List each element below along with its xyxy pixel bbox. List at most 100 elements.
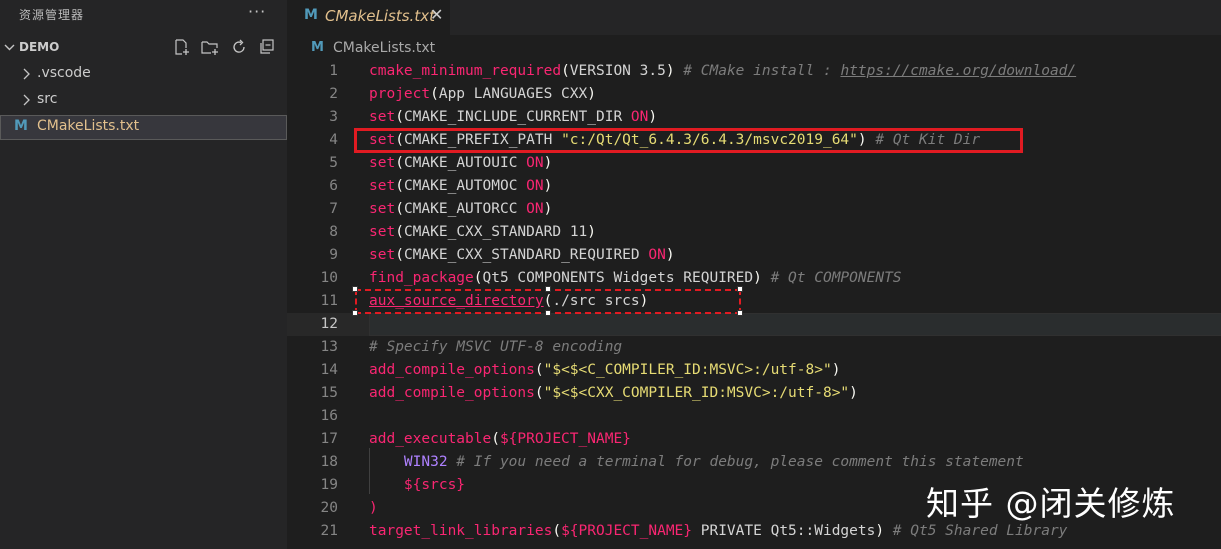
line-number: 9 <box>329 247 338 263</box>
indent-guide <box>369 448 370 494</box>
new-file-icon[interactable] <box>173 38 191 56</box>
tab-cmakelists[interactable]: M CMakeLists.txt ✕ <box>287 0 450 35</box>
breadcrumb: M CMakeLists.txt <box>287 35 1221 61</box>
token-paren: ) <box>543 178 553 194</box>
token-keyword: ON <box>630 109 649 125</box>
tree-item-src[interactable]: src <box>0 89 287 111</box>
token-paren: ) <box>648 109 658 125</box>
token-string: "$<$<CXX_COMPILER_ID:MSVC>:/utf-8>" <box>543 385 850 401</box>
token-paren: ) <box>587 86 596 102</box>
token-paren: ) <box>753 270 762 286</box>
token-paren: ) <box>369 500 378 516</box>
code-line: 13 # Specify MSVC UTF-8 encoding <box>287 336 1221 359</box>
token-args: App LANGUAGES CXX <box>438 86 588 102</box>
code-line: 10 find_package(Qt5 COMPONENTS Widgets RE… <box>287 267 1221 290</box>
cmake-file-icon: M <box>311 40 324 55</box>
line-number: 3 <box>329 109 338 125</box>
close-icon[interactable]: ✕ <box>430 5 443 24</box>
token-function: add_compile_options <box>369 362 535 378</box>
tree-item-label: .vscode <box>37 65 91 81</box>
line-number: 18 <box>320 454 338 470</box>
token-function: set <box>369 201 396 217</box>
line-number: 5 <box>329 155 338 171</box>
editor-tab-bar: M CMakeLists.txt ✕ <box>287 0 1221 35</box>
line-number: 10 <box>320 270 338 286</box>
token-variable: ${PROJECT_NAME} <box>561 523 693 539</box>
code-line: 17 add_executable(${PROJECT_NAME} <box>287 428 1221 451</box>
token-link[interactable]: https://cmake.org/download/ <box>840 63 1076 79</box>
token-args: CMAKE_AUTOMOC <box>403 178 527 194</box>
token-args: VERSION 3.5 <box>569 63 666 79</box>
cmake-file-icon: M <box>304 7 318 23</box>
token-paren: ) <box>665 247 675 263</box>
collapse-all-icon[interactable] <box>258 38 276 56</box>
resize-handle <box>352 310 358 316</box>
resize-handle <box>737 286 743 292</box>
token-comment: # Specify MSVC UTF-8 encoding <box>369 339 623 355</box>
line-number: 21 <box>320 523 338 539</box>
workspace-section-header[interactable]: DEMO <box>0 36 287 58</box>
line-number: 17 <box>320 431 338 447</box>
token-function: project <box>369 86 431 102</box>
line-number: 1 <box>329 63 338 79</box>
token-args: CMAKE_CXX_STANDARD_REQUIRED <box>403 247 649 263</box>
line-number: 2 <box>329 86 338 102</box>
code-line: 5 set(CMAKE_AUTOUIC ON) <box>287 152 1221 175</box>
line-number: 13 <box>320 339 338 355</box>
code-line: 7 set(CMAKE_AUTORCC ON) <box>287 198 1221 221</box>
line-number: 14 <box>320 362 338 378</box>
token-function: cmake_minimum_required <box>369 63 562 79</box>
token-paren: ) <box>543 155 553 171</box>
token-args: CMAKE_INCLUDE_CURRENT_DIR <box>403 109 631 125</box>
highlight-box-line-4 <box>354 128 1023 153</box>
resize-handle <box>545 310 551 316</box>
token-paren: ) <box>849 385 858 401</box>
token-paren: ( <box>561 63 570 79</box>
token-paren: ( <box>473 270 483 286</box>
token-paren: ( <box>395 109 404 125</box>
tree-item-vscode[interactable]: .vscode <box>0 63 287 85</box>
explorer-title: 资源管理器 <box>19 8 85 22</box>
token-paren: ) <box>831 362 841 378</box>
token-paren: ( <box>552 523 562 539</box>
tree-item-cmakelists[interactable]: M CMakeLists.txt <box>0 115 287 140</box>
code-line: 14 add_compile_options("$<$<C_COMPILER_ID… <box>287 359 1221 382</box>
code-line: 2 project(App LANGUAGES CXX) <box>287 83 1221 106</box>
cmake-file-icon: M <box>14 118 28 134</box>
token-function: set <box>369 224 396 240</box>
resize-handle <box>737 310 743 316</box>
token-function: add_compile_options <box>369 385 535 401</box>
line-number: 20 <box>320 500 338 516</box>
code-line: 6 set(CMAKE_AUTOMOC ON) <box>287 175 1221 198</box>
token-args: Qt5 COMPONENTS Widgets REQUIRED <box>482 270 754 286</box>
token-function: set <box>369 109 396 125</box>
more-actions-icon[interactable]: ··· <box>248 2 266 21</box>
chevron-right-icon <box>23 94 30 106</box>
token-keyword: ON <box>526 178 544 194</box>
token-keyword: ON <box>648 247 666 263</box>
token-paren: ) <box>587 224 597 240</box>
token-function: add_executable <box>369 431 492 447</box>
code-line-current: 12 <box>287 313 1221 336</box>
token-args: CMAKE_AUTORCC <box>403 201 527 217</box>
token-number: 11 <box>569 224 588 240</box>
tab-label: CMakeLists.txt <box>325 7 435 25</box>
watermark: 知乎 @闭关修炼 <box>926 484 1176 523</box>
new-folder-icon[interactable] <box>201 38 219 56</box>
tree-item-label: CMakeLists.txt <box>37 118 140 134</box>
line-number: 15 <box>320 385 338 401</box>
token-paren: ( <box>395 178 404 194</box>
token-comment: # Qt COMPONENTS <box>761 270 902 286</box>
token-keyword: ON <box>526 155 544 171</box>
token-paren: ( <box>395 155 404 171</box>
token-paren: ( <box>395 201 404 217</box>
token-function: set <box>369 178 396 194</box>
token-paren: ( <box>534 385 544 401</box>
code-line: 1 cmake_minimum_required(VERSION 3.5) # C… <box>287 60 1221 83</box>
token-variable: ${PROJECT_NAME} <box>499 431 631 447</box>
refresh-icon[interactable] <box>230 38 248 56</box>
token-keyword: WIN32 <box>403 454 448 470</box>
breadcrumb-file[interactable]: CMakeLists.txt <box>333 40 435 56</box>
